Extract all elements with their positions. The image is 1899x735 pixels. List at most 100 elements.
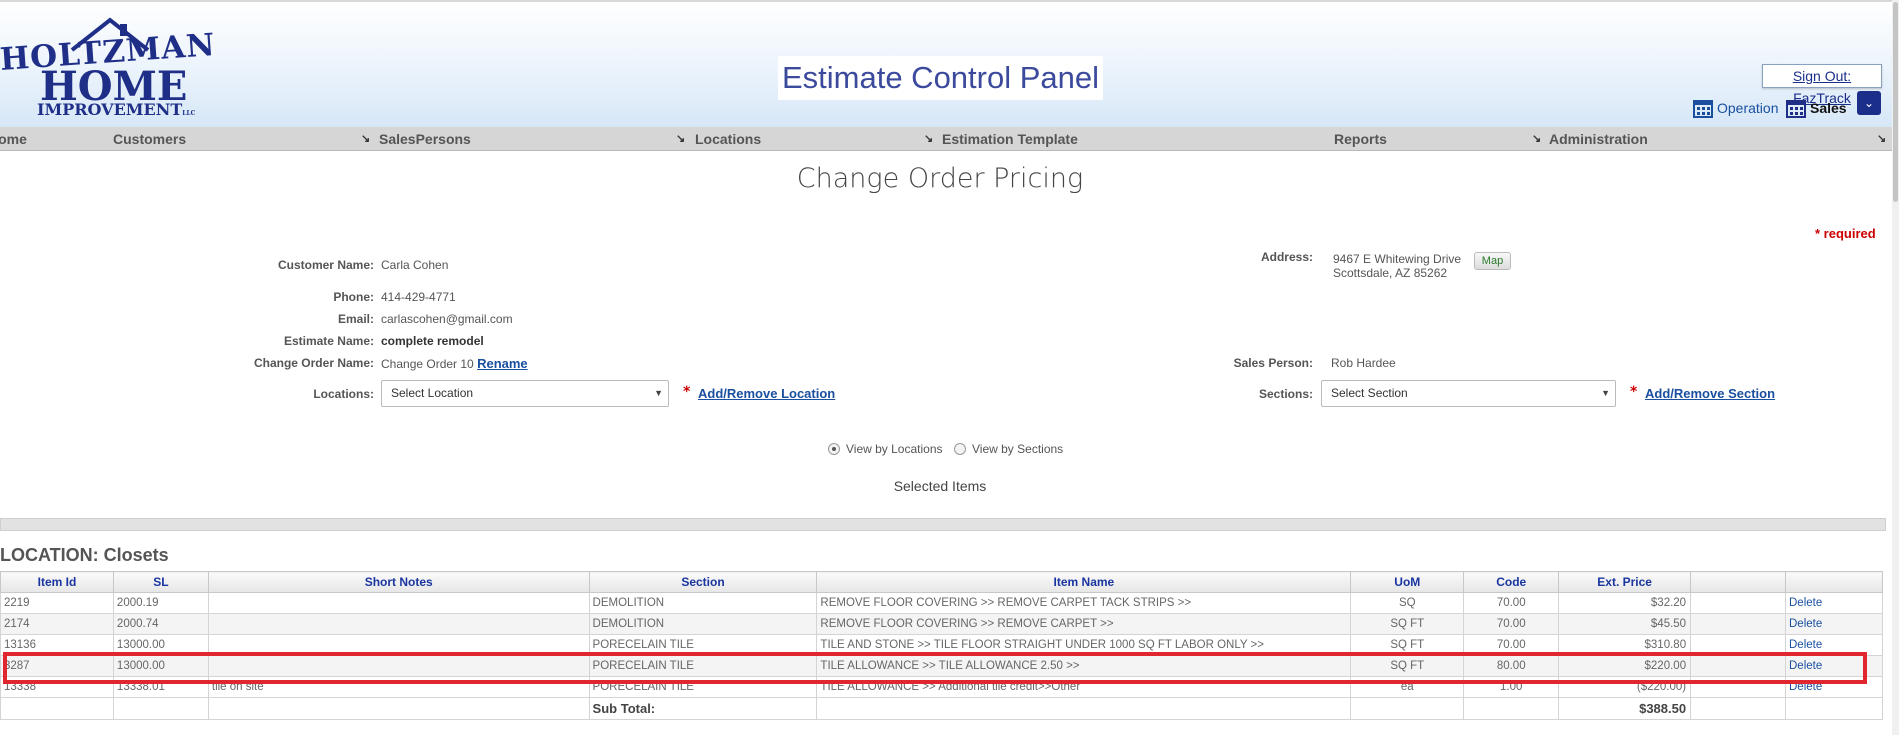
cell-ext-price: $310.80 bbox=[1558, 634, 1692, 656]
cell-uom: SQ FT bbox=[1350, 655, 1465, 677]
cell-item-id: 13136 bbox=[0, 634, 114, 656]
subtotal-label: Sub Total: bbox=[588, 697, 818, 720]
scrollbar-thumb[interactable] bbox=[1893, 2, 1898, 202]
company-logo[interactable]: HOLTZMAN HOME IMPROVEMENTLLC bbox=[0, 16, 217, 121]
nav-item-estimation-template[interactable]: Estimation Template bbox=[942, 131, 1078, 147]
location-title: LOCATION: Closets bbox=[0, 545, 169, 565]
table-row: 3287 13000.00 PORECELAIN TILE TILE ALLOW… bbox=[0, 655, 1883, 677]
cell-item-id: 2219 bbox=[0, 592, 114, 614]
sign-out-button[interactable]: Sign Out: FazTrack bbox=[1762, 64, 1882, 106]
map-button[interactable]: Map bbox=[1474, 252, 1511, 270]
nav-arrow-icon: ↘ bbox=[676, 133, 686, 145]
col-code[interactable]: Code bbox=[1463, 571, 1560, 593]
cell-blank bbox=[1785, 697, 1883, 720]
rename-link[interactable]: Rename bbox=[477, 356, 528, 371]
cell-code: 70.00 bbox=[1463, 592, 1560, 614]
cell-item-id: 3287 bbox=[0, 655, 114, 677]
vertical-scrollbar[interactable] bbox=[1892, 0, 1899, 735]
cell-blank bbox=[0, 697, 114, 720]
nav-arrow-icon: ↘ bbox=[1532, 133, 1542, 145]
section-select[interactable]: Select Section ▼ bbox=[1321, 380, 1616, 407]
table-row: 2219 2000.19 DEMOLITION REMOVE FLOOR COV… bbox=[0, 592, 1883, 614]
nav-item-locations[interactable]: Locations bbox=[695, 131, 761, 147]
cell-sl: 13000.00 bbox=[112, 655, 209, 677]
col-ext-price[interactable]: Ext. Price bbox=[1558, 571, 1692, 593]
col-sl[interactable]: SL bbox=[112, 571, 209, 593]
calendar-icon bbox=[1693, 100, 1713, 118]
operation-mode-link[interactable]: Operation bbox=[1693, 98, 1778, 118]
view-by-locations-label: View by Locations bbox=[846, 442, 943, 456]
location-select-value: Select Location bbox=[391, 386, 474, 400]
cell-uom: SQ FT bbox=[1350, 613, 1465, 635]
nav-item-home[interactable]: Home bbox=[0, 131, 27, 147]
cell-ext-price: $220.00 bbox=[1558, 655, 1692, 677]
col-item-id[interactable]: Item Id bbox=[0, 571, 114, 593]
change-order-name: Change Order 10 bbox=[381, 357, 474, 371]
col-uom[interactable]: UoM bbox=[1350, 571, 1465, 593]
add-remove-section-link[interactable]: Add/Remove Section bbox=[1645, 386, 1775, 401]
nav-item-salespersons[interactable]: SalesPersons bbox=[379, 131, 471, 147]
col-blank bbox=[1690, 571, 1786, 593]
change-order-value: Change Order 10 Rename bbox=[381, 356, 528, 371]
cell-blank bbox=[1463, 697, 1560, 720]
cell-ext-price: ($220.00) bbox=[1558, 676, 1692, 698]
cell-item-id: 13338 bbox=[0, 676, 114, 698]
calendar-icon bbox=[1786, 100, 1806, 118]
nav-item-customers[interactable]: Customers bbox=[113, 131, 186, 147]
radio-unselected[interactable] bbox=[954, 443, 966, 455]
cell-item-name: REMOVE FLOOR COVERING >> REMOVE CARPET >… bbox=[816, 613, 1352, 635]
delete-link[interactable]: Delete bbox=[1785, 592, 1883, 614]
col-short-notes[interactable]: Short Notes bbox=[207, 571, 590, 593]
cell-notes bbox=[207, 634, 590, 656]
cell-section: PORECELAIN TILE bbox=[588, 634, 818, 656]
view-by-locations-radio[interactable]: View by Locations bbox=[828, 442, 943, 456]
table-header-row: Item Id SL Short Notes Section Item Name… bbox=[0, 571, 1883, 593]
cell-sl: 13000.00 bbox=[112, 634, 209, 656]
cell-code: 70.00 bbox=[1463, 613, 1560, 635]
delete-link[interactable]: Delete bbox=[1785, 634, 1883, 656]
radio-selected[interactable] bbox=[828, 443, 840, 455]
nav-item-administration[interactable]: Administration bbox=[1549, 131, 1648, 147]
cell-item-name: TILE ALLOWANCE >> TILE ALLOWANCE 2.50 >> bbox=[816, 655, 1352, 677]
add-remove-location-link[interactable]: Add/Remove Location bbox=[698, 386, 835, 401]
delete-link[interactable]: Delete bbox=[1785, 655, 1883, 677]
cell-section: DEMOLITION bbox=[588, 592, 818, 614]
chevron-down-icon: ▼ bbox=[654, 388, 663, 398]
location-select[interactable]: Select Location ▼ bbox=[381, 380, 669, 407]
col-section[interactable]: Section bbox=[588, 571, 818, 593]
page-title: Change Order Pricing bbox=[796, 163, 1084, 194]
delete-link[interactable]: Delete bbox=[1785, 676, 1883, 698]
nav-item-reports[interactable]: Reports bbox=[1334, 131, 1387, 147]
items-table: Item Id SL Short Notes Section Item Name… bbox=[0, 571, 1883, 720]
cell-sl: 2000.74 bbox=[112, 613, 209, 635]
cell-blank bbox=[1350, 697, 1465, 720]
customer-name-label: Customer Name: bbox=[277, 258, 374, 272]
table-row: 13136 13000.00 PORECELAIN TILE TILE AND … bbox=[0, 634, 1883, 656]
cell-blank bbox=[1690, 613, 1786, 635]
col-item-name[interactable]: Item Name bbox=[816, 571, 1352, 593]
cell-notes bbox=[207, 655, 590, 677]
cell-ext-price: $45.50 bbox=[1558, 613, 1692, 635]
email-label: Email: bbox=[337, 312, 374, 326]
cell-blank bbox=[816, 697, 1352, 720]
cell-blank bbox=[1690, 592, 1786, 614]
main-nav: Home Customers ↘ SalesPersons ↘ Location… bbox=[0, 127, 1892, 151]
subtotal-value: $388.50 bbox=[1558, 697, 1692, 720]
cell-item-name: REMOVE FLOOR COVERING >> REMOVE CARPET T… bbox=[816, 592, 1352, 614]
required-star: * bbox=[683, 384, 691, 400]
cell-blank bbox=[1690, 634, 1786, 656]
chevron-down-icon: ⌄ bbox=[1863, 96, 1875, 110]
sales-label: Sales bbox=[1810, 100, 1847, 116]
cell-uom: SQ FT bbox=[1350, 634, 1465, 656]
view-by-sections-radio[interactable]: View by Sections bbox=[954, 442, 1063, 456]
cell-code: 70.00 bbox=[1463, 634, 1560, 656]
delete-link[interactable]: Delete bbox=[1785, 613, 1883, 635]
sales-mode-link[interactable]: Sales bbox=[1786, 98, 1847, 118]
phone-value: 414-429-4771 bbox=[381, 290, 456, 304]
col-action bbox=[1785, 571, 1883, 593]
account-dropdown-button[interactable]: ⌄ bbox=[1857, 91, 1881, 115]
change-order-label: Change Order Name: bbox=[253, 356, 374, 370]
customer-name-value: Carla Cohen bbox=[381, 258, 449, 272]
cell-blank bbox=[1690, 697, 1786, 720]
nav-arrow-icon: ↘ bbox=[1877, 133, 1887, 145]
